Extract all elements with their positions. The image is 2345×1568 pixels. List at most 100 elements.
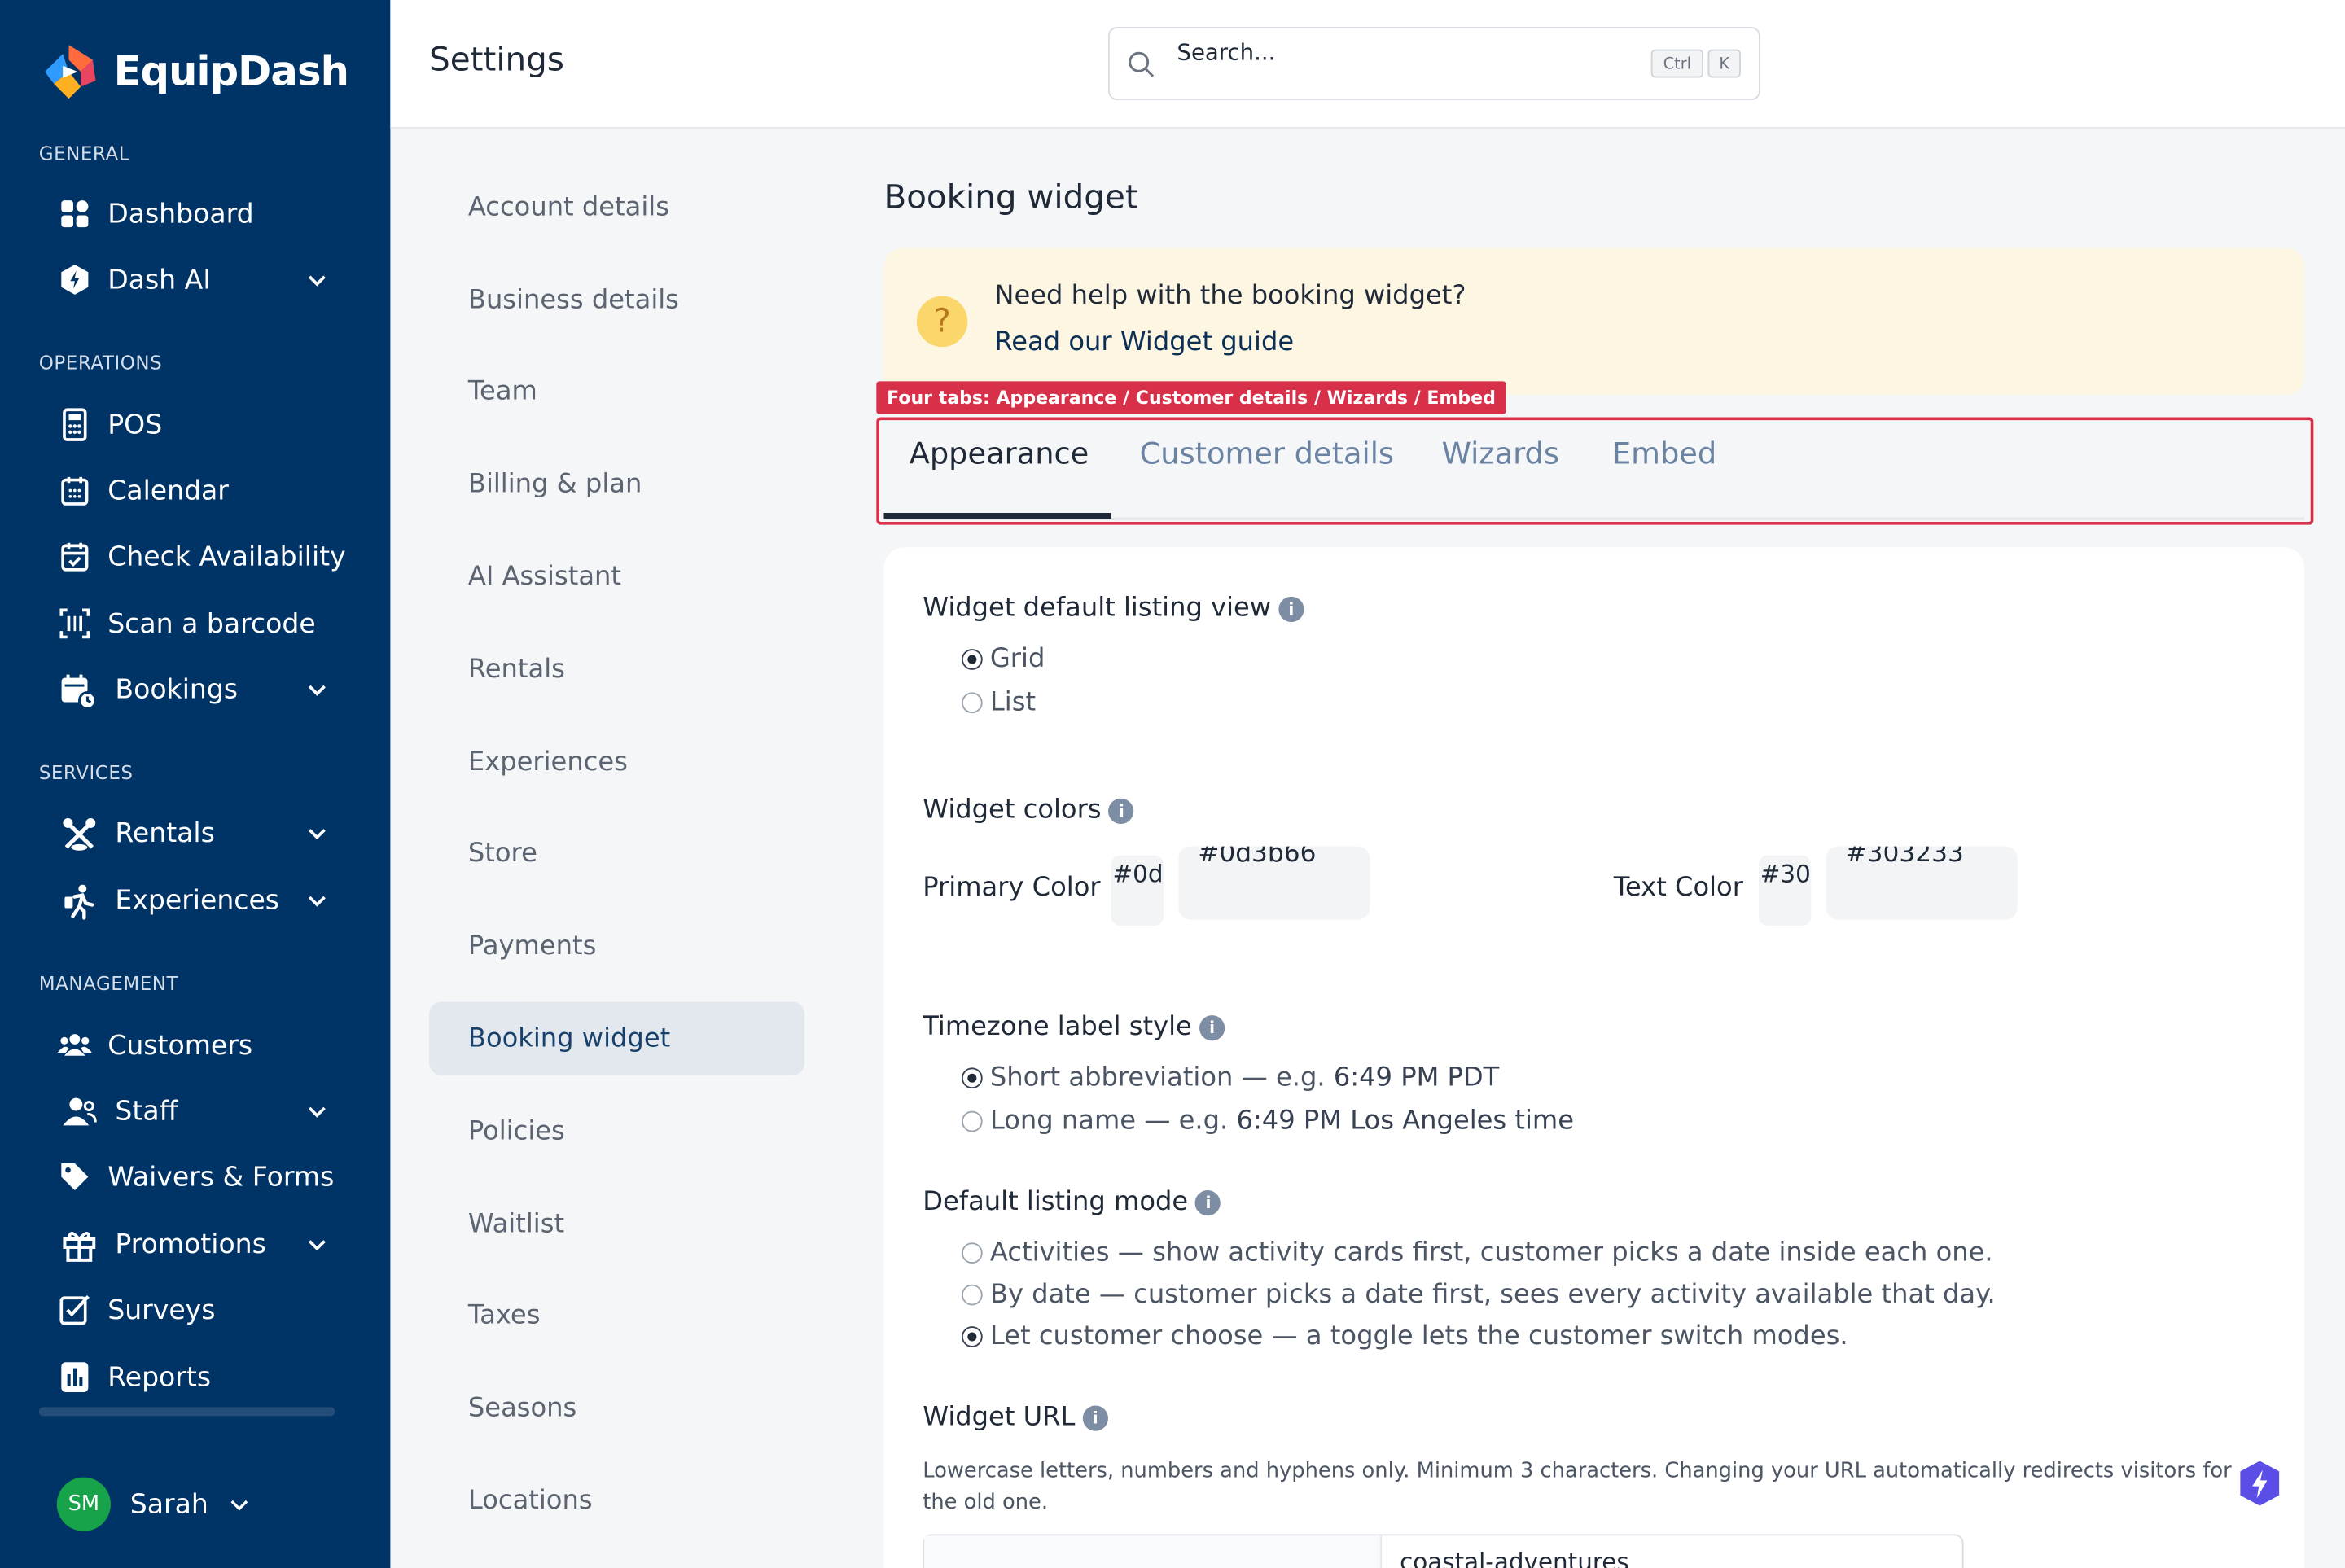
radio-button[interactable]	[961, 1284, 983, 1306]
radio-button[interactable]	[961, 1110, 983, 1132]
settings-nav-seasons[interactable]: Seasons	[429, 1371, 804, 1444]
radio-grid[interactable]: Grid	[961, 644, 1045, 675]
sidebar-item-experiences[interactable]: Experiences	[0, 870, 390, 930]
settings-nav-account-details[interactable]: Account details	[429, 170, 804, 243]
radio-label: Activities — show activity cards first, …	[989, 1237, 1993, 1268]
sidebar-item-bookings[interactable]: Bookings	[0, 659, 390, 719]
radio-short-abbreviation[interactable]: Short abbreviation — e.g. 6:49 PM PDT	[961, 1063, 1499, 1093]
settings-nav-experiences[interactable]: Experiences	[429, 725, 804, 799]
user-name: Sarah	[129, 1488, 208, 1521]
radio-button-selected[interactable]	[961, 1067, 983, 1089]
sidebar-item-label: Calendar	[107, 475, 229, 506]
sidebar-item-label: Scan a barcode	[107, 607, 316, 640]
radio-list[interactable]: List	[961, 687, 1037, 718]
radio-button[interactable]	[961, 1242, 983, 1264]
text-color-field[interactable]: #303233	[1826, 846, 2018, 920]
text-color-swatch[interactable]: #30	[1758, 855, 1812, 926]
info-icon[interactable]: i	[1108, 797, 1134, 824]
sidebar-item-waivers-forms[interactable]: Waivers & Forms	[0, 1147, 390, 1207]
rentals-icon	[63, 817, 96, 851]
sidebar-item-scan-barcode[interactable]: Scan a barcode	[0, 593, 390, 653]
primary-color-field[interactable]: #0d3b66	[1178, 846, 1370, 920]
settings-nav-store[interactable]: Store	[429, 817, 804, 890]
experiences-icon	[64, 884, 94, 920]
staff-icon	[63, 1097, 97, 1126]
chevron-down-icon[interactable]	[305, 1099, 329, 1123]
settings-nav-business-details[interactable]: Business details	[429, 263, 804, 336]
sidebar-item-label: Staff	[115, 1095, 178, 1127]
widget-colors-label: Widget colors i	[923, 795, 1134, 826]
radio-let-customer-choose[interactable]: Let customer choose — a toggle lets the …	[961, 1322, 1848, 1351]
sidebar-item-check-availability[interactable]: Check Availability	[0, 527, 390, 586]
app-name: EquipDash	[113, 48, 349, 95]
primary-color-swatch[interactable]: #0d	[1111, 855, 1164, 926]
sidebar-item-promotions[interactable]: Promotions	[0, 1214, 390, 1273]
sidebar-item-pos[interactable]: POS	[0, 395, 390, 454]
radio-label: Grid	[989, 644, 1045, 675]
widget-url-label: Widget URL i	[923, 1403, 1108, 1433]
radio-by-date[interactable]: By date — customer picks a date first, s…	[961, 1280, 1996, 1310]
url-prefix	[924, 1535, 1383, 1568]
search-input[interactable]: Search... Ctrl K	[1107, 27, 1760, 101]
section-heading: Booking widget	[883, 179, 1138, 217]
sidebar-item-label: Experiences	[115, 884, 280, 916]
settings-nav-ai-assistant[interactable]: AI Assistant	[429, 540, 804, 613]
radio-long-name[interactable]: Long name — e.g. 6:49 PM Los Angeles tim…	[961, 1106, 1574, 1137]
lightning-assistant-icon[interactable]	[2239, 1460, 2281, 1508]
equipdash-logo-icon	[45, 45, 96, 99]
sidebar-item-reports[interactable]: Reports	[0, 1347, 390, 1407]
settings-nav: Account details Business details Team Bi…	[390, 129, 853, 1568]
barcode-scan-icon	[59, 608, 90, 639]
radio-activities[interactable]: Activities — show activity cards first, …	[961, 1237, 1993, 1268]
settings-nav-billing-plan[interactable]: Billing & plan	[429, 447, 804, 520]
app-logo[interactable]: EquipDash	[39, 42, 349, 101]
widget-url-field[interactable]: coastal-adventures	[923, 1534, 1964, 1568]
settings-nav-taxes[interactable]: Taxes	[429, 1278, 804, 1351]
radio-button-selected[interactable]	[961, 1326, 983, 1347]
settings-nav-locations[interactable]: Locations	[429, 1464, 804, 1537]
sidebar-item-label: Surveys	[107, 1294, 216, 1326]
info-icon[interactable]: i	[1278, 595, 1304, 622]
info-icon[interactable]: i	[1195, 1189, 1221, 1215]
annotation-box	[876, 417, 2314, 525]
sidebar-item-customers[interactable]: Customers	[0, 1015, 390, 1075]
listing-view-label: Widget default listing view i	[923, 593, 1304, 624]
settings-nav-booking-widget[interactable]: Booking widget	[429, 1001, 805, 1075]
sidebar-item-staff[interactable]: Staff	[0, 1081, 390, 1141]
sidebar-item-surveys[interactable]: Surveys	[0, 1280, 390, 1339]
settings-nav-payments[interactable]: Payments	[429, 909, 804, 983]
user-menu[interactable]: SM Sarah	[56, 1477, 252, 1531]
primary-color-value: #0d3b66	[1198, 846, 1317, 869]
widget-colors-label-text: Widget colors	[923, 795, 1102, 826]
chevron-down-icon[interactable]	[305, 888, 329, 912]
chevron-down-icon[interactable]	[228, 1492, 252, 1516]
reports-icon	[61, 1362, 89, 1392]
info-icon[interactable]: i	[1199, 1014, 1225, 1040]
chevron-down-icon[interactable]	[305, 268, 329, 291]
sidebar-item-label: Rentals	[115, 817, 215, 849]
widget-guide-link[interactable]: Read our Widget guide	[994, 327, 1294, 357]
top-bar: Settings Search... Ctrl K	[390, 0, 2345, 129]
survey-icon	[59, 1295, 90, 1325]
customers-icon	[57, 1034, 92, 1056]
sidebar-item-dash-ai[interactable]: Dash AI	[0, 250, 390, 309]
sidebar-item-calendar[interactable]: Calendar	[0, 461, 390, 520]
settings-nav-policies[interactable]: Policies	[429, 1094, 804, 1167]
info-icon[interactable]: i	[1082, 1404, 1108, 1430]
chevron-down-icon[interactable]	[305, 1232, 329, 1255]
radio-button-selected[interactable]	[961, 649, 983, 670]
sidebar-item-rentals[interactable]: Rentals	[0, 803, 390, 862]
sidebar-item-dashboard[interactable]: Dashboard	[0, 184, 390, 243]
calendar-icon	[61, 476, 89, 506]
radio-button[interactable]	[961, 692, 983, 714]
sidebar: EquipDash GENERAL Dashboard Dash AI OPER…	[0, 0, 391, 1568]
sidebar-scroll-indicator[interactable]	[38, 1407, 335, 1417]
radio-label: List	[989, 687, 1037, 718]
settings-nav-rentals[interactable]: Rentals	[429, 633, 804, 706]
chevron-down-icon[interactable]	[305, 821, 329, 844]
settings-nav-waitlist[interactable]: Waitlist	[429, 1187, 804, 1260]
sidebar-item-label: Customers	[107, 1029, 253, 1062]
section-general: GENERAL	[38, 142, 130, 165]
settings-nav-team[interactable]: Team	[429, 354, 804, 427]
chevron-down-icon[interactable]	[305, 677, 329, 701]
